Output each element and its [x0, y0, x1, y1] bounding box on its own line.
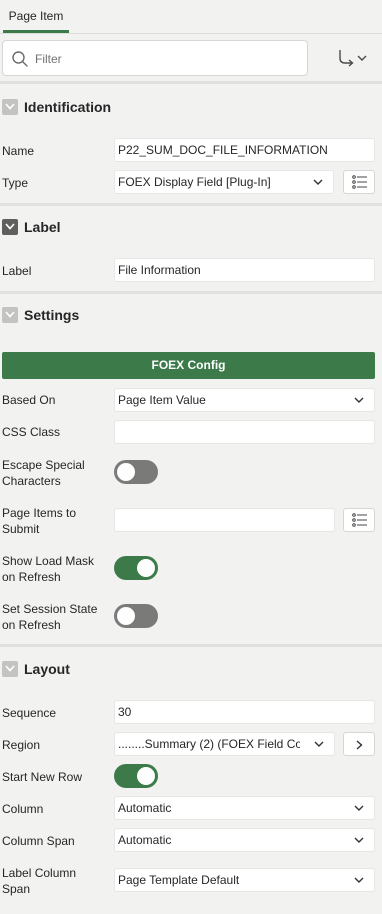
tab-page-item[interactable]: Page Item	[3, 0, 69, 34]
session-state-label: Set Session State on Refresh	[2, 601, 97, 633]
session-state-label-line-1: Set Session State	[2, 602, 98, 616]
label-column-span-select[interactable]: Page Template Default	[114, 868, 375, 892]
chevron-down-icon[interactable]	[2, 307, 18, 323]
divider	[0, 291, 382, 294]
region-select[interactable]: ........Summary (2) (FOEX Field Cont	[114, 732, 335, 756]
column-select[interactable]: Automatic	[114, 796, 375, 820]
based-on-select[interactable]: Page Item Value	[114, 388, 375, 412]
go-to-group-icon[interactable]	[332, 46, 372, 70]
toggle-knob	[137, 559, 155, 577]
escape-label-line-1: Escape Special	[2, 458, 85, 472]
section-title: Label	[24, 219, 61, 235]
page-items-submit-field[interactable]	[114, 508, 335, 532]
list-icon	[352, 513, 367, 527]
toggle-knob	[117, 463, 135, 481]
section-header-label[interactable]: Label	[0, 213, 382, 241]
column-span-value: Automatic	[118, 833, 172, 847]
column-label: Column	[2, 802, 44, 816]
page-items-submit-label-line-2: Submit	[2, 522, 40, 536]
section-title: Layout	[24, 661, 70, 677]
name-field[interactable]: P22_SUM_DOC_FILE_INFORMATION	[114, 138, 375, 162]
tab-bar: Page Item	[0, 0, 382, 34]
region-value: ........Summary (2) (FOEX Field Cont	[118, 737, 300, 751]
sequence-label: Sequence	[2, 706, 57, 720]
label-column-span-label: Label Column Span	[2, 865, 76, 897]
label-column-span-label-line-2: Span	[2, 882, 31, 896]
chevron-down-icon	[313, 179, 323, 185]
section-title: Settings	[24, 307, 80, 323]
column-value: Automatic	[118, 801, 172, 815]
section-header-identification[interactable]: Identification	[0, 93, 382, 121]
section-header-layout[interactable]: Layout	[0, 655, 382, 683]
start-new-row-label: Start New Row	[2, 770, 83, 784]
region-label: Region	[2, 738, 41, 752]
chevron-down-icon[interactable]	[2, 99, 18, 115]
escape-label: Escape Special Characters	[2, 457, 85, 489]
label-column-span-value: Page Template Default	[118, 873, 240, 887]
name-label: Name	[2, 144, 35, 158]
based-on-value: Page Item Value	[118, 393, 206, 407]
foex-config-button[interactable]: FOEX Config	[2, 352, 375, 379]
page-items-submit-label-line-1: Page Items to	[2, 506, 77, 520]
list-picker-button[interactable]	[343, 170, 375, 194]
chevron-down-icon	[354, 805, 364, 811]
active-tab-indicator	[3, 30, 69, 33]
type-value: FOEX Display Field [Plug-In]	[118, 175, 271, 189]
column-span-label: Column Span	[2, 834, 75, 848]
section-title: Identification	[24, 99, 112, 115]
filter-bar	[0, 35, 382, 81]
session-state-label-line-2: on Refresh	[2, 618, 61, 632]
divider	[0, 81, 382, 84]
divider	[0, 203, 382, 206]
escape-label-line-2: Characters	[2, 474, 61, 488]
label-column-span-label-line-1: Label Column	[2, 866, 77, 880]
type-select[interactable]: FOEX Display Field [Plug-In]	[114, 170, 334, 194]
list-icon	[352, 175, 367, 189]
show-load-mask-toggle[interactable]	[114, 556, 158, 580]
chevron-down-icon	[354, 877, 364, 883]
set-session-state-toggle[interactable]	[114, 604, 158, 628]
list-picker-button[interactable]	[343, 508, 375, 532]
toggle-knob	[137, 767, 155, 785]
chevron-down-icon	[354, 837, 364, 843]
search-icon	[12, 51, 28, 67]
chevron-down-icon	[354, 397, 364, 403]
filter-field	[2, 40, 308, 76]
based-on-label: Based On	[2, 393, 56, 407]
divider	[0, 644, 382, 647]
label-label: Label	[2, 264, 32, 278]
chevron-down-icon[interactable]	[2, 661, 18, 677]
load-mask-label: Show Load Mask on Refresh	[2, 553, 94, 585]
page-items-submit-label: Page Items to Submit	[2, 505, 76, 537]
type-label: Type	[2, 176, 29, 190]
chevron-down-icon	[314, 741, 324, 747]
sequence-field[interactable]: 30	[114, 700, 375, 724]
go-to-region-button[interactable]	[343, 732, 375, 756]
chevron-right-icon	[356, 740, 363, 750]
start-new-row-toggle[interactable]	[114, 764, 158, 788]
label-field[interactable]: File Information	[114, 258, 375, 282]
load-mask-label-line-2: on Refresh	[2, 570, 61, 584]
column-span-select[interactable]: Automatic	[114, 828, 375, 852]
load-mask-label-line-1: Show Load Mask	[2, 554, 95, 568]
css-class-label: CSS Class	[2, 425, 61, 439]
toggle-knob	[117, 607, 135, 625]
escape-special-characters-toggle[interactable]	[114, 460, 158, 484]
filter-input[interactable]	[35, 49, 295, 69]
section-header-settings[interactable]: Settings	[0, 301, 382, 329]
css-class-field[interactable]	[114, 420, 375, 444]
chevron-down-icon[interactable]	[2, 219, 18, 235]
